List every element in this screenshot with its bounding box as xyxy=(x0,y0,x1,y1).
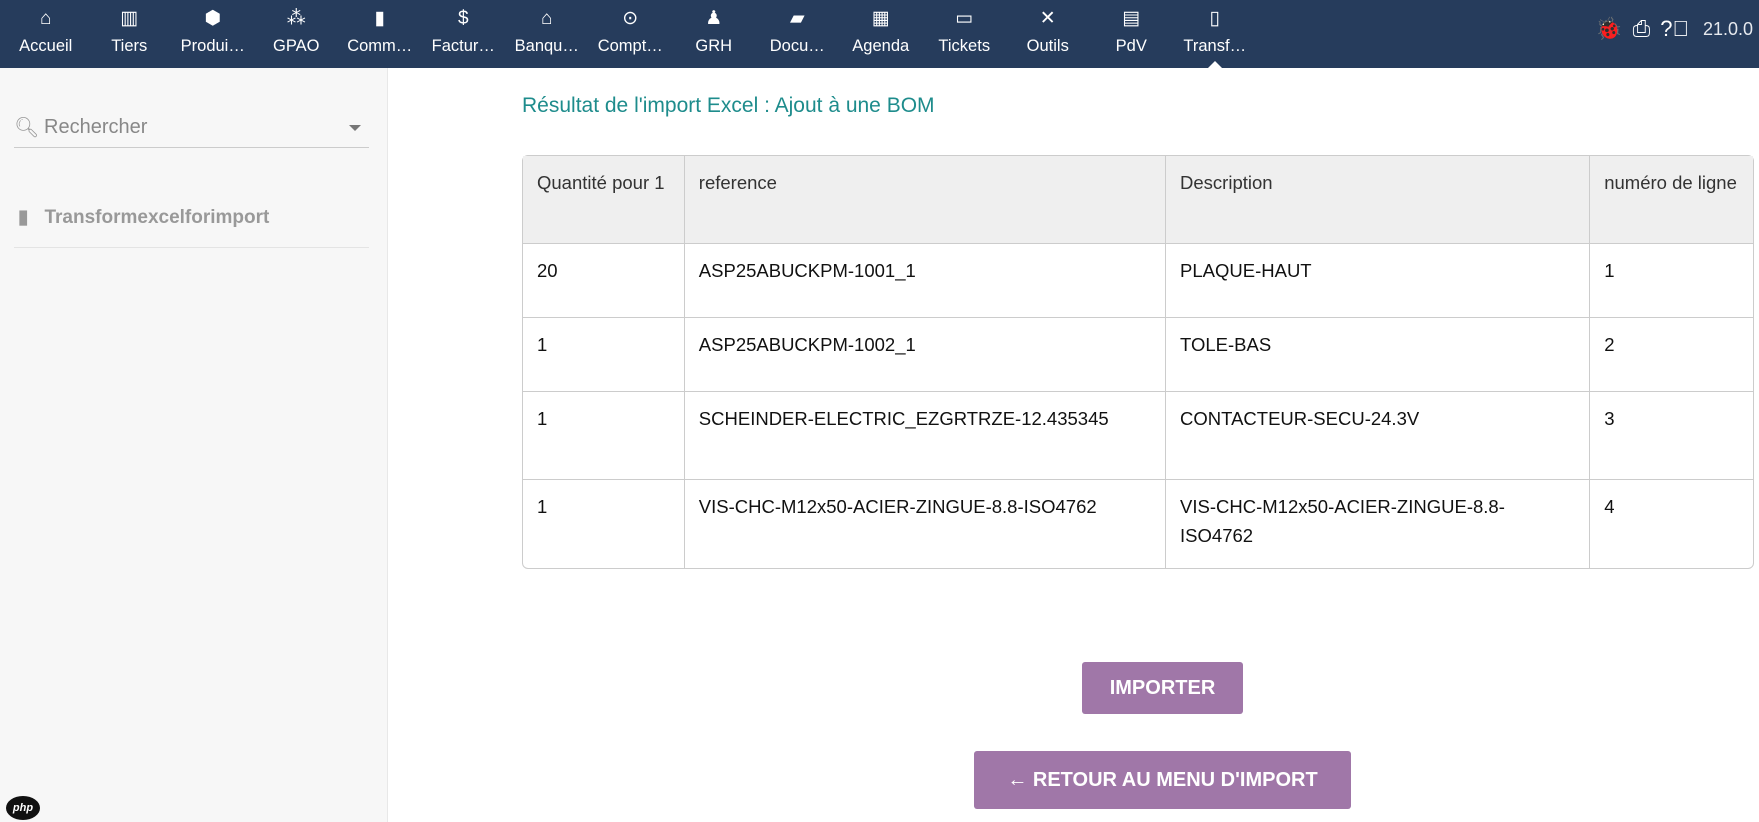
table-row: 1 SCHEINDER-ELECTRIC_EZGRTRZE-12.435345 CO… xyxy=(523,392,1753,480)
nav-item-tickets[interactable]: ▭ Tickets xyxy=(923,0,1007,68)
cell-reference: ASP25ABUCKPM-1002_1 xyxy=(684,318,1167,392)
user-tie-icon: ♟ xyxy=(705,8,723,29)
nav-item-compt[interactable]: ⊙ Compt… xyxy=(589,0,673,68)
nav-item-label: Docu… xyxy=(769,37,825,55)
nav-item-label: Outils xyxy=(1026,37,1069,55)
cash-register-icon: ▤ xyxy=(1122,8,1141,29)
invoice-icon: $ xyxy=(457,8,469,29)
back-to-import-menu-button[interactable]: ← RETOUR AU MENU D'IMPORT xyxy=(974,751,1351,809)
nav-item-pdv[interactable]: ▤ PdV xyxy=(1090,0,1174,68)
cell-reference: ASP25ABUCKPM-1001_1 xyxy=(684,244,1167,318)
nav-item-docu[interactable]: ▰ Docu… xyxy=(756,0,840,68)
building-icon: ▥ xyxy=(120,8,139,29)
chevron-down-icon[interactable] xyxy=(349,125,361,137)
import-result-table: Quantité pour 1 reference Description nu… xyxy=(522,155,1754,569)
cell-quantity: 1 xyxy=(523,480,685,568)
cell-quantity: 1 xyxy=(523,318,685,392)
cell-description: TOLE-BAS xyxy=(1166,318,1591,392)
nav-item-label: Compt… xyxy=(597,37,663,55)
cell-description: VIS-CHC-M12x50-ACIER-ZINGUE-8.8-ISO4762 xyxy=(1166,480,1591,568)
nav-item-grh[interactable]: ♟ GRH xyxy=(672,0,756,68)
top-menu-bar: ⌂ Accueil ▥ Tiers ⬢ Produi… ⁂ GPAO ▮ Comm… $ Factur… xyxy=(0,0,1759,68)
search-icon: 🔍︎ xyxy=(14,117,40,139)
suitcase-icon: ▮ xyxy=(374,8,385,29)
nav-item-gpao[interactable]: ⁂ GPAO xyxy=(255,0,339,68)
main-nav: ⌂ Accueil ▥ Tiers ⬢ Produi… ⁂ GPAO ▮ Comm… $ Factur… xyxy=(4,0,1257,68)
import-button[interactable]: IMPORTER xyxy=(1082,662,1243,714)
cell-line-number: 3 xyxy=(1590,392,1753,480)
nav-item-tiers[interactable]: ▥ Tiers xyxy=(88,0,172,68)
nav-item-factur[interactable]: $ Factur… xyxy=(422,0,506,68)
column-header-quantity: Quantité pour 1 xyxy=(523,156,685,244)
bank-icon: ⌂ xyxy=(541,8,553,29)
tools-icon: ✕ xyxy=(1039,8,1056,29)
search-dollar-icon: ⊙ xyxy=(622,8,639,29)
cell-quantity: 20 xyxy=(523,244,685,318)
nav-item-label: Comm… xyxy=(347,37,413,55)
nav-item-label: Accueil xyxy=(19,37,73,55)
column-header-reference: reference xyxy=(684,156,1167,244)
cell-quantity: 1 xyxy=(523,392,685,480)
column-header-description: Description xyxy=(1166,156,1591,244)
version-label: 21.0.0 xyxy=(1702,18,1753,39)
cell-description: CONTACTEUR-SECU-24.3V xyxy=(1166,392,1591,480)
nav-item-label: PdV xyxy=(1115,37,1147,55)
php-badge: php xyxy=(6,796,40,820)
nav-item-accueil[interactable]: ⌂ Accueil xyxy=(4,0,88,68)
sidebar-item-label: Transformexcelforimport xyxy=(44,206,270,228)
table-header-row: Quantité pour 1 reference Description nu… xyxy=(523,156,1753,244)
cell-line-number: 1 xyxy=(1590,244,1753,318)
nav-item-comm[interactable]: ▮ Comm… xyxy=(338,0,422,68)
nav-item-outils[interactable]: ✕ Outils xyxy=(1006,0,1090,68)
nav-item-banqu[interactable]: ⌂ Banqu… xyxy=(505,0,589,68)
home-icon: ⌂ xyxy=(40,8,52,29)
cell-reference: SCHEINDER-ELECTRIC_EZGRTRZE-12.435345 xyxy=(684,392,1167,480)
cubes-icon: ⁂ xyxy=(286,8,306,29)
sidebar-item-transformexcelforimport[interactable]: ▮ Transformexcelforimport xyxy=(14,188,369,248)
table-row: 20 ASP25ABUCKPM-1001_1 PLAQUE-HAUT 1 xyxy=(523,244,1753,318)
cube-icon: ⬢ xyxy=(204,8,222,29)
page-title: Résultat de l'import Excel : Ajout à une… xyxy=(522,94,935,117)
nav-item-produi[interactable]: ⬢ Produi… xyxy=(171,0,255,68)
ticket-icon: ▭ xyxy=(955,8,974,29)
folder-open-icon: ▰ xyxy=(789,8,805,29)
search-input[interactable]: Rechercher xyxy=(44,116,147,139)
file-icon: ▮ xyxy=(18,207,29,228)
nav-item-label: Transf… xyxy=(1183,37,1247,55)
table-row: 1 ASP25ABUCKPM-1002_1 TOLE-BAS 2 xyxy=(523,318,1753,392)
nav-item-label: GRH xyxy=(695,37,733,55)
nav-item-transf[interactable]: ▯ Transf… xyxy=(1173,0,1257,68)
nav-item-label: Agenda xyxy=(852,37,910,55)
calendar-icon: ▦ xyxy=(871,8,890,29)
nav-item-label: Factur… xyxy=(431,37,495,55)
nav-item-agenda[interactable]: ▦ Agenda xyxy=(839,0,923,68)
top-right-tools: 🐞 ⎙ ?⃝ 21.0.0 xyxy=(1595,16,1753,42)
cell-line-number: 4 xyxy=(1604,496,1615,517)
bug-icon[interactable]: 🐞 xyxy=(1595,16,1622,42)
table-row: 1 VIS-CHC-M12x50-ACIER-ZINGUE-8.8-ISO4762… xyxy=(523,480,1753,568)
cell-description: PLAQUE-HAUT xyxy=(1166,244,1591,318)
nav-item-label: Tickets xyxy=(938,37,991,55)
nav-item-label: Tiers xyxy=(111,37,148,55)
help-icon[interactable]: ?⃝ xyxy=(1660,16,1689,42)
file-icon: ▯ xyxy=(1209,8,1220,29)
nav-item-label: Banqu… xyxy=(514,37,579,55)
sidebar: 🔍︎ Rechercher ▮ Transformexcelforimport … xyxy=(0,68,388,822)
cell-line-number: 2 xyxy=(1590,318,1753,392)
nav-item-label: Produi… xyxy=(180,37,245,55)
cell-reference: VIS-CHC-M12x50-ACIER-ZINGUE-8.8-ISO4762 xyxy=(685,480,1167,568)
column-header-line-number: numéro de ligne xyxy=(1590,156,1753,244)
sidebar-search[interactable]: 🔍︎ Rechercher xyxy=(14,108,369,148)
nav-item-label: GPAO xyxy=(273,37,320,55)
print-icon[interactable]: ⎙ xyxy=(1633,16,1651,42)
